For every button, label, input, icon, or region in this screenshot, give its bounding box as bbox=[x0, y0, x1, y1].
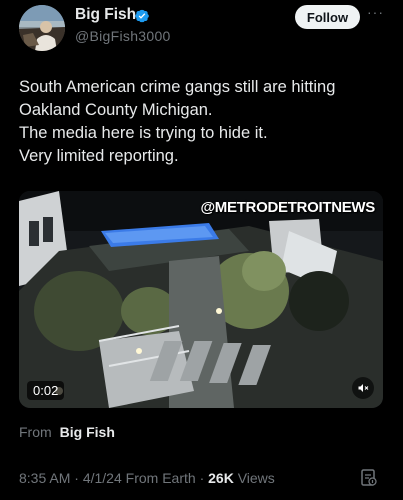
tweet-metadata: 8:35 AM · 4/1/24 From Earth · 26K Views bbox=[19, 470, 275, 486]
analytics-icon[interactable] bbox=[361, 469, 377, 487]
tweet-line: South American crime gangs still are hit… bbox=[19, 78, 336, 96]
tweet-time[interactable]: 8:35 AM bbox=[19, 470, 70, 486]
avatar[interactable] bbox=[19, 5, 65, 51]
separator: · bbox=[74, 470, 79, 486]
views-label: Views bbox=[237, 470, 275, 486]
video-watermark: @METRODETROITNEWS bbox=[200, 199, 375, 216]
video-player[interactable]: @METRODETROITNEWS 0:02 bbox=[19, 191, 383, 408]
views-count: 26K bbox=[208, 470, 234, 486]
verified-badge-icon bbox=[135, 9, 149, 23]
tweet-client: From Earth bbox=[125, 470, 196, 486]
author-name[interactable]: Big Fish bbox=[75, 6, 136, 24]
tweet-line: Oakland County Michigan. bbox=[19, 101, 213, 119]
source-attribution: From Big Fish bbox=[19, 424, 115, 440]
tweet-line: The media here is trying to hide it. bbox=[19, 124, 268, 142]
follow-button[interactable]: Follow bbox=[295, 5, 360, 29]
mute-button[interactable] bbox=[352, 377, 374, 399]
source-label: From bbox=[19, 424, 52, 440]
separator: · bbox=[199, 470, 205, 486]
author-handle[interactable]: @BigFish3000 bbox=[75, 28, 171, 44]
video-frame bbox=[19, 191, 383, 408]
mute-icon bbox=[358, 384, 369, 392]
tweet-text: South American crime gangs still are hit… bbox=[19, 76, 379, 168]
more-options-icon[interactable]: ··· bbox=[367, 4, 384, 20]
tweet-date[interactable]: 4/1/24 bbox=[83, 470, 122, 486]
tweet-line: Very limited reporting. bbox=[19, 147, 179, 165]
video-duration: 0:02 bbox=[27, 381, 65, 400]
source-name[interactable]: Big Fish bbox=[60, 424, 115, 440]
